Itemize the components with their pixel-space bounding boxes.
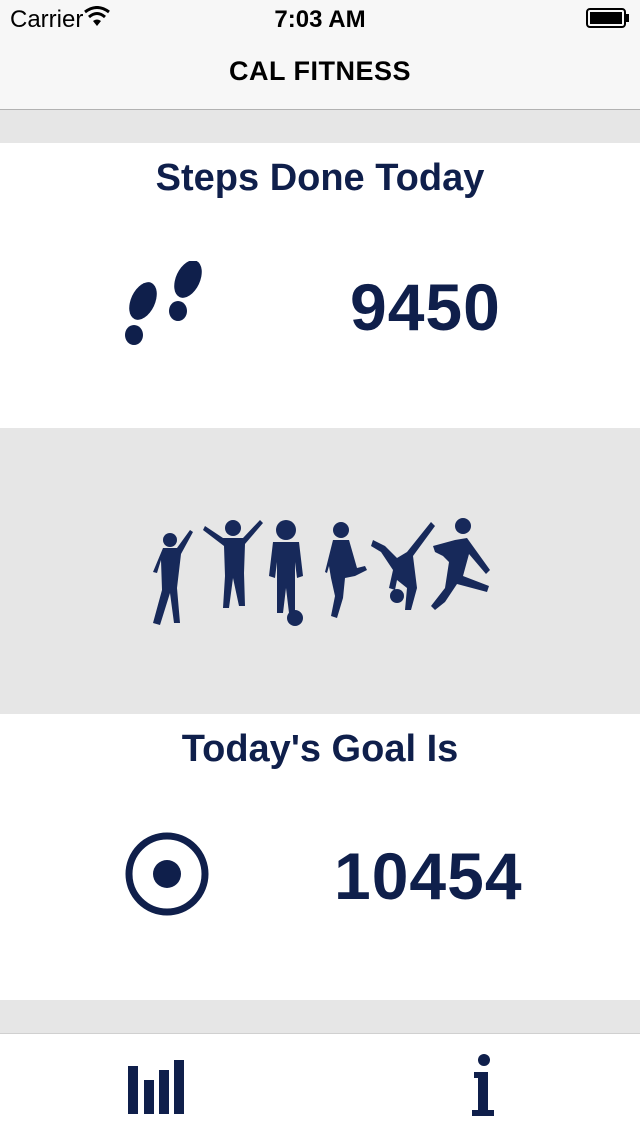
bar-chart-icon[interactable] <box>128 1060 184 1114</box>
steps-title: Steps Done Today <box>155 157 485 199</box>
activity-banner <box>0 428 640 714</box>
top-divider-strip <box>0 110 640 143</box>
goal-title: Today's Goal Is <box>181 728 459 770</box>
bottom-divider-strip <box>0 1000 640 1033</box>
status-bar: Carrier 7:03 AM <box>0 0 640 40</box>
goal-value: 10454 <box>334 839 523 913</box>
people-silhouettes-icon <box>153 518 490 626</box>
nav-title: CAL FITNESS <box>228 56 411 86</box>
footprints-icon <box>125 261 202 345</box>
steps-card: Steps Done Today 9450 <box>0 143 640 428</box>
status-time: 7:03 AM <box>274 6 366 33</box>
info-icon[interactable] <box>470 1054 496 1118</box>
battery-icon <box>586 8 629 28</box>
goal-card: Today's Goal Is 10454 <box>0 714 640 1000</box>
tab-bar <box>0 1033 640 1137</box>
navigation-bar: CAL FITNESS <box>0 40 640 110</box>
steps-value: 9450 <box>350 270 501 344</box>
target-icon <box>125 832 209 916</box>
